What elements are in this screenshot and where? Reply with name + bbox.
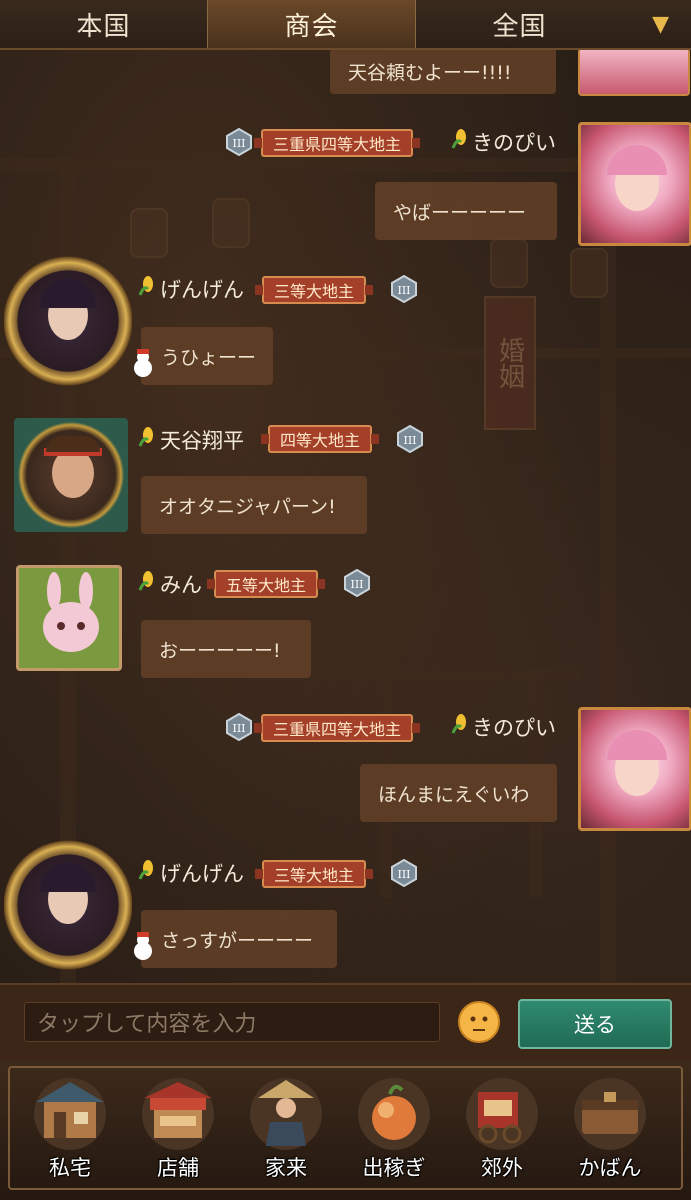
chat-bubble: オオタニジャパーン! — [141, 476, 367, 534]
nav-label: 出稼ぎ — [362, 1156, 426, 1180]
retainer-icon — [250, 1078, 322, 1150]
snowman-icon — [134, 349, 152, 377]
chat-log[interactable]: 天谷頼むよーー!!!! III 三重県四等大地主 きのぴい やばーーーーー げん… — [0, 48, 691, 983]
nav-bag[interactable]: かばん — [560, 1070, 660, 1188]
chevron-down-icon[interactable]: ▼ — [623, 0, 691, 48]
title-badge: 三重県四等大地主 — [253, 129, 421, 157]
nav-residence[interactable]: 私宅 — [20, 1070, 120, 1188]
svg-text:III: III — [397, 284, 410, 297]
channel-tabs: 本国 商会 全国 ▼ — [0, 0, 691, 50]
chat-bubble: 天谷頼むよーー!!!! — [330, 48, 556, 94]
rank-badge-icon: III — [391, 275, 417, 303]
corn-icon — [451, 714, 466, 734]
svg-text:III: III — [397, 868, 410, 881]
corn-icon — [138, 427, 153, 447]
avatar[interactable] — [4, 840, 132, 970]
message-input-bar: タップして内容を入力 送る — [0, 983, 691, 1062]
avatar[interactable] — [578, 48, 690, 96]
rank-badge-icon: III — [391, 859, 417, 887]
avatar[interactable] — [578, 122, 691, 246]
tab-country[interactable]: 本国 — [0, 0, 207, 48]
sender-name: げんげん — [160, 862, 244, 886]
rank-badge-icon: III — [226, 128, 252, 156]
chat-bubble: おーーーーー! — [141, 620, 311, 678]
sender-name: みん — [160, 573, 202, 597]
title-badge: 三等大地主 — [254, 860, 374, 888]
avatar[interactable] — [4, 256, 132, 386]
nav-label: 家来 — [265, 1156, 307, 1180]
sender-name: 天谷翔平 — [160, 429, 244, 453]
sender-name: げんげん — [160, 278, 244, 302]
title-badge: 四等大地主 — [260, 425, 380, 453]
chat-bubble: さっすがーーーー — [141, 910, 337, 968]
suburb-icon — [466, 1078, 538, 1150]
shop-icon — [142, 1078, 214, 1150]
chat-bubble: やばーーーーー — [375, 182, 557, 240]
nav-label: 店舗 — [157, 1156, 199, 1180]
corn-icon — [138, 860, 153, 880]
nav-label: 私宅 — [49, 1156, 91, 1180]
avatar[interactable] — [16, 565, 122, 671]
send-button[interactable]: 送る — [518, 999, 672, 1049]
svg-text:III: III — [403, 434, 416, 447]
avatar[interactable] — [578, 707, 691, 831]
sender-name: きのぴい — [472, 716, 556, 740]
sender-name: きのぴい — [472, 131, 556, 155]
corn-icon — [138, 276, 153, 296]
rank-badge-icon: III — [344, 569, 370, 597]
corn-icon — [138, 571, 153, 591]
nav-label: かばん — [578, 1156, 642, 1180]
residence-icon — [34, 1078, 106, 1150]
svg-text:III: III — [350, 578, 363, 591]
work-icon — [358, 1078, 430, 1150]
nav-suburb[interactable]: 郊外 — [452, 1070, 552, 1188]
tab-guild[interactable]: 商会 — [207, 0, 416, 48]
svg-text:III: III — [232, 722, 245, 735]
title-badge: 三等大地主 — [254, 276, 374, 304]
tab-nation[interactable]: 全国 — [416, 0, 623, 48]
snowman-icon — [134, 932, 152, 960]
nav-shop[interactable]: 店舗 — [128, 1070, 228, 1188]
avatar[interactable] — [14, 418, 128, 532]
rank-badge-icon: III — [397, 425, 423, 453]
bottom-nav: 私宅 店舗 家来 出稼ぎ 郊外 かばん — [0, 1060, 691, 1200]
message-input[interactable]: タップして内容を入力 — [24, 1002, 440, 1042]
emoji-icon[interactable] — [457, 1000, 501, 1044]
nav-retainer[interactable]: 家来 — [236, 1070, 336, 1188]
chat-bubble: ほんまにえぐいわ — [360, 764, 557, 822]
nav-work[interactable]: 出稼ぎ — [344, 1070, 444, 1188]
title-badge: 三重県四等大地主 — [253, 714, 421, 742]
svg-text:III: III — [232, 137, 245, 150]
chat-bubble: うひょーー — [141, 327, 273, 385]
rank-badge-icon: III — [226, 713, 252, 741]
corn-icon — [451, 129, 466, 149]
nav-label: 郊外 — [481, 1156, 523, 1180]
title-badge: 五等大地主 — [206, 570, 326, 598]
bag-icon — [574, 1078, 646, 1150]
